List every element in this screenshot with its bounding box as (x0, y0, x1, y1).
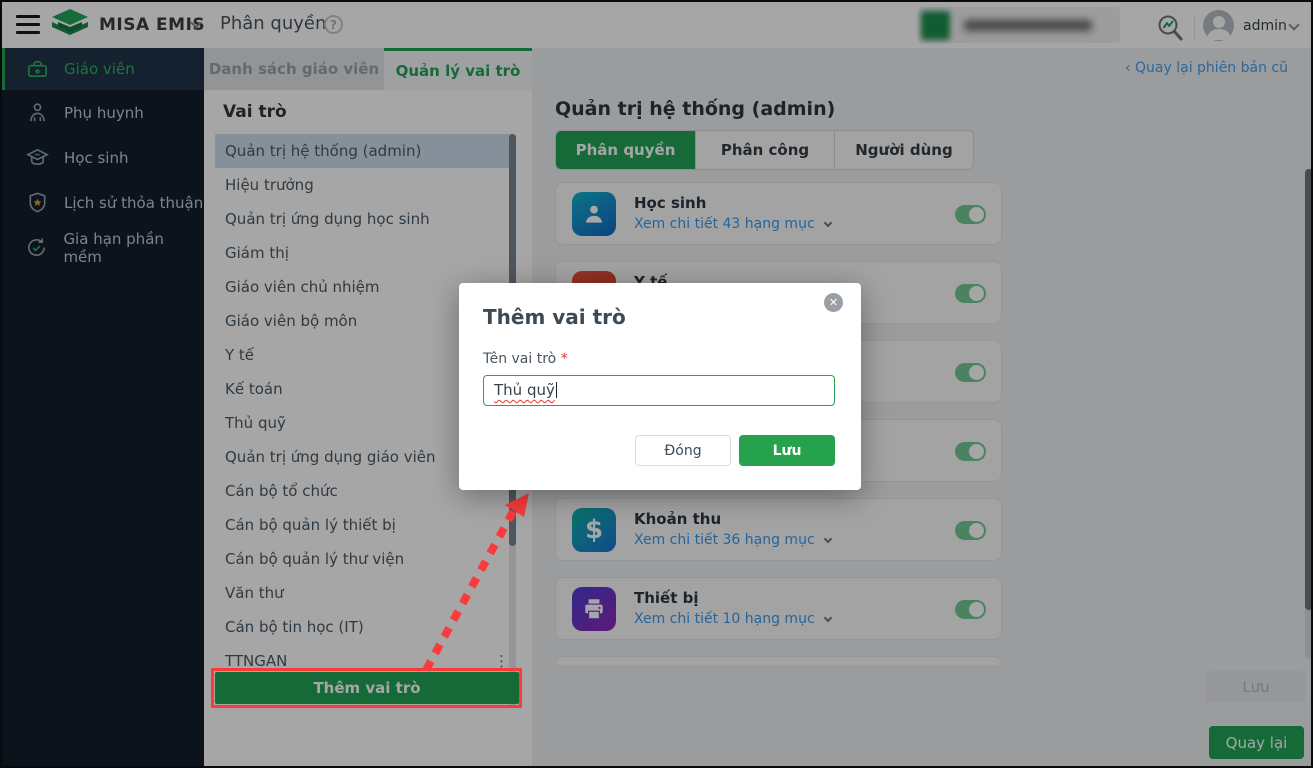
role-name-input[interactable]: Thủ quỹ (483, 375, 835, 406)
modal-title: Thêm vai trò (483, 305, 626, 329)
app-window: MISA EMIS Phân quyền ? admin Giáo viên Ph… (0, 0, 1313, 768)
role-name-label: Tên vai trò * (483, 351, 568, 367)
required-asterisk: * (560, 351, 568, 367)
modal-save-button[interactable]: Lưu (739, 435, 835, 466)
modal-cancel-button[interactable]: Đóng (635, 435, 731, 466)
close-icon[interactable]: ✕ (824, 293, 843, 312)
add-role-modal: ✕ Thêm vai trò Tên vai trò * Thủ quỹ Đón… (459, 283, 861, 490)
text-caret (555, 382, 557, 398)
